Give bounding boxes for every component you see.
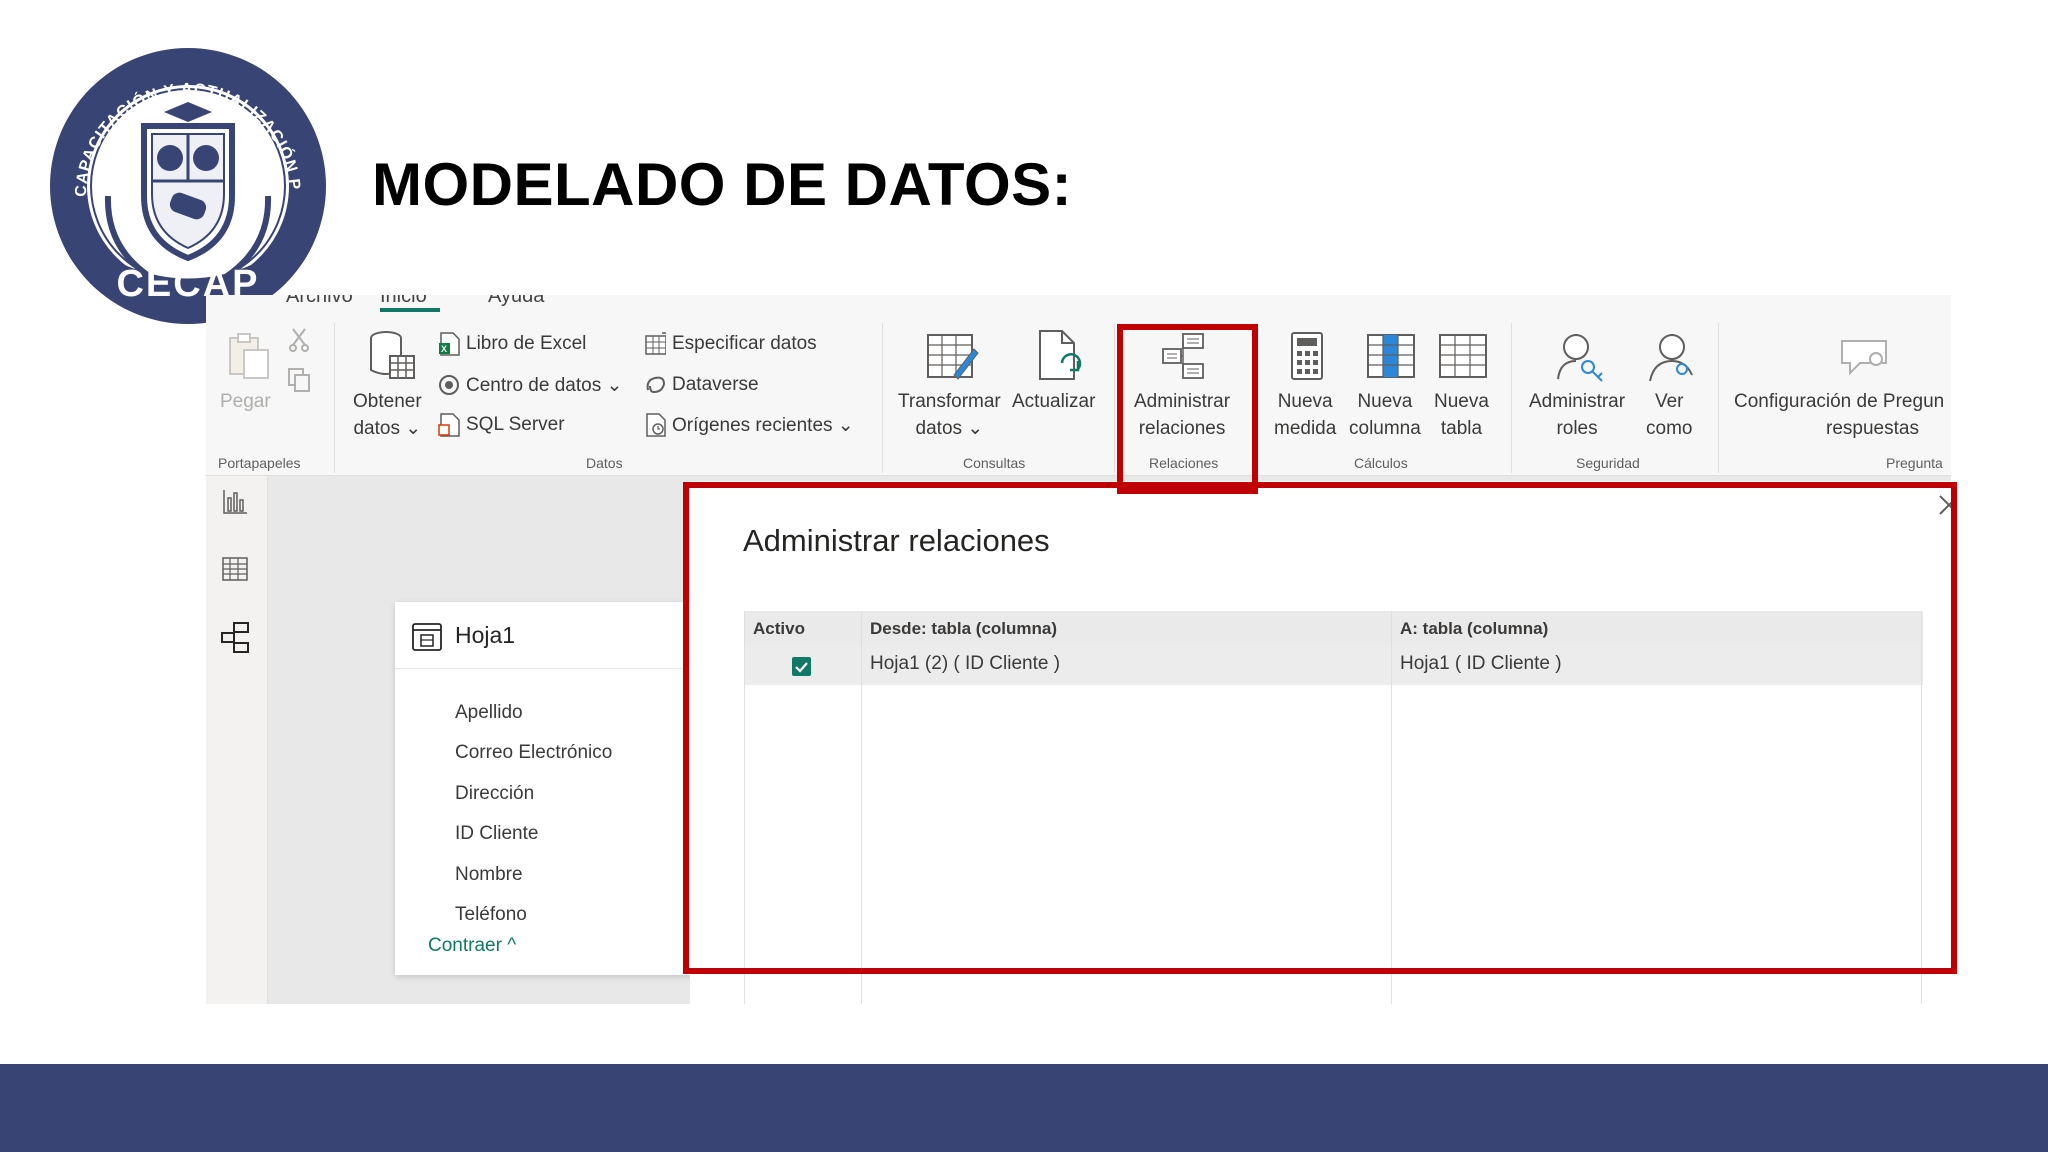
data-view-icon[interactable] [221, 556, 249, 582]
group-label-calculos: Cálculos [1354, 455, 1408, 471]
enter-data-label: Especificar datos [672, 333, 817, 354]
new-column-button[interactable]: Nueva columna [1349, 388, 1421, 442]
recent-sources-button[interactable]: Orígenes recientes ⌄ [644, 410, 854, 440]
qa-settings-button[interactable]: Configuración de Pregun respuestas [1734, 388, 1951, 442]
manage-roles-icon [1557, 334, 1603, 382]
cut-icon [289, 328, 309, 352]
table-icon [412, 623, 442, 651]
highlight-dialog [683, 482, 1957, 974]
excel-icon: X [438, 332, 460, 356]
new-column-label-2: columna [1349, 418, 1421, 439]
manage-roles-label-2: roles [1556, 418, 1598, 439]
collapse-button[interactable]: Contraer ^ [428, 935, 516, 957]
recent-sources-icon [644, 413, 666, 437]
active-tab-indicator [380, 308, 440, 312]
view-as-label-1: Ver [1654, 391, 1684, 412]
model-view-icon[interactable] [220, 621, 252, 653]
manage-roles-label-1: Administrar [1529, 391, 1626, 412]
view-as-icon [1649, 334, 1693, 382]
group-label-consultas: Consultas [963, 455, 1026, 471]
recent-sources-label: Orígenes recientes ⌄ [672, 414, 854, 436]
dataverse-button[interactable]: Dataverse [644, 370, 759, 400]
dataverse-label: Dataverse [672, 374, 759, 395]
paste-icon [229, 333, 269, 379]
copy-icon [288, 368, 310, 392]
view-as-label-2: como [1646, 418, 1693, 439]
get-data-icon [370, 331, 415, 379]
new-column-icon [1367, 334, 1415, 378]
new-measure-button[interactable]: Nueva medida [1274, 388, 1336, 442]
ribbon-separator [334, 323, 335, 473]
sql-server-label: SQL Server [466, 414, 565, 435]
get-data-button[interactable]: Obtener datos ⌄ [353, 388, 422, 442]
field-item[interactable]: Nombre [455, 864, 523, 886]
refresh-button[interactable]: Actualizar [1012, 388, 1095, 415]
refresh-icon [1039, 330, 1082, 380]
new-table-label-1: Nueva [1434, 391, 1489, 412]
cecap-logo: CENTRO DE CAPACITACIÓN Y ACTUALIZACIÓN P… [46, 46, 326, 324]
qa-settings-label-2: respuestas [1826, 418, 1919, 439]
qa-settings-label-1: Configuración de Pregun [1734, 391, 1945, 412]
new-column-label-1: Nueva [1357, 391, 1413, 412]
manage-roles-button[interactable]: Administrar roles [1529, 388, 1625, 442]
enter-data-button[interactable]: Especificar datos [644, 329, 817, 359]
transform-data-icon [927, 334, 979, 380]
group-label-seguridad: Seguridad [1576, 455, 1640, 471]
footer-bar [0, 1064, 2048, 1152]
tab-inicio[interactable]: Inicio [380, 295, 427, 308]
qa-settings-icon [1841, 340, 1887, 376]
field-item[interactable]: Apellido [455, 702, 523, 724]
data-hub-label: Centro de datos ⌄ [466, 374, 623, 396]
tab-archivo[interactable]: Archivo [286, 295, 353, 308]
group-label-pregunta: Pregunta [1886, 455, 1943, 471]
group-label-datos: Datos [586, 455, 623, 471]
tab-ayuda[interactable]: Ayuda [488, 295, 544, 308]
ribbon: Archivo Inicio Ayuda Pegar Portapapeles … [206, 295, 1951, 476]
new-table-button[interactable]: Nueva tabla [1434, 388, 1489, 442]
field-item[interactable]: Teléfono [455, 904, 527, 926]
svg-text:X: X [441, 344, 447, 354]
table-name: Hoja1 [455, 622, 516, 648]
transform-data-label-1: Transformar [898, 391, 1001, 412]
report-view-icon[interactable] [221, 488, 249, 516]
get-data-label-2: datos ⌄ [353, 418, 422, 439]
paste-button[interactable]: Pegar [220, 388, 271, 415]
data-hub-button[interactable]: Centro de datos ⌄ [438, 370, 622, 400]
sql-server-button[interactable]: SQL Server [438, 410, 565, 440]
field-item[interactable]: Correo Electrónico [455, 742, 612, 764]
new-table-label-2: tabla [1440, 418, 1483, 439]
new-measure-label-2: medida [1274, 418, 1337, 439]
ribbon-separator [1511, 323, 1512, 473]
ribbon-separator [1718, 323, 1719, 473]
new-table-icon [1439, 334, 1487, 378]
transform-data-button[interactable]: Transformar datos ⌄ [898, 388, 1001, 442]
excel-workbook-label: Libro de Excel [466, 333, 587, 354]
ribbon-separator [1114, 323, 1115, 473]
excel-workbook-button[interactable]: X Libro de Excel [438, 329, 586, 359]
group-label-portapapeles: Portapapeles [218, 455, 301, 471]
new-measure-label-1: Nueva [1277, 391, 1333, 412]
enter-data-icon [644, 332, 666, 356]
field-item[interactable]: Dirección [455, 783, 534, 805]
transform-data-label-2: datos ⌄ [915, 418, 984, 439]
get-data-label-1: Obtener [353, 391, 422, 412]
sql-server-icon [438, 413, 460, 437]
view-rail [206, 476, 268, 1004]
table-card[interactable]: Hoja1 Apellido Correo Electrónico Direcc… [395, 602, 695, 975]
ribbon-separator [882, 323, 883, 473]
dataverse-icon [644, 373, 666, 397]
data-hub-icon [438, 373, 460, 397]
slide-title: MODELADO DE DATOS: [372, 151, 1073, 218]
highlight-manage-relationships [1117, 324, 1258, 494]
view-as-button[interactable]: Ver como [1646, 388, 1692, 442]
calculator-icon [1291, 332, 1323, 380]
field-item[interactable]: ID Cliente [455, 823, 538, 845]
